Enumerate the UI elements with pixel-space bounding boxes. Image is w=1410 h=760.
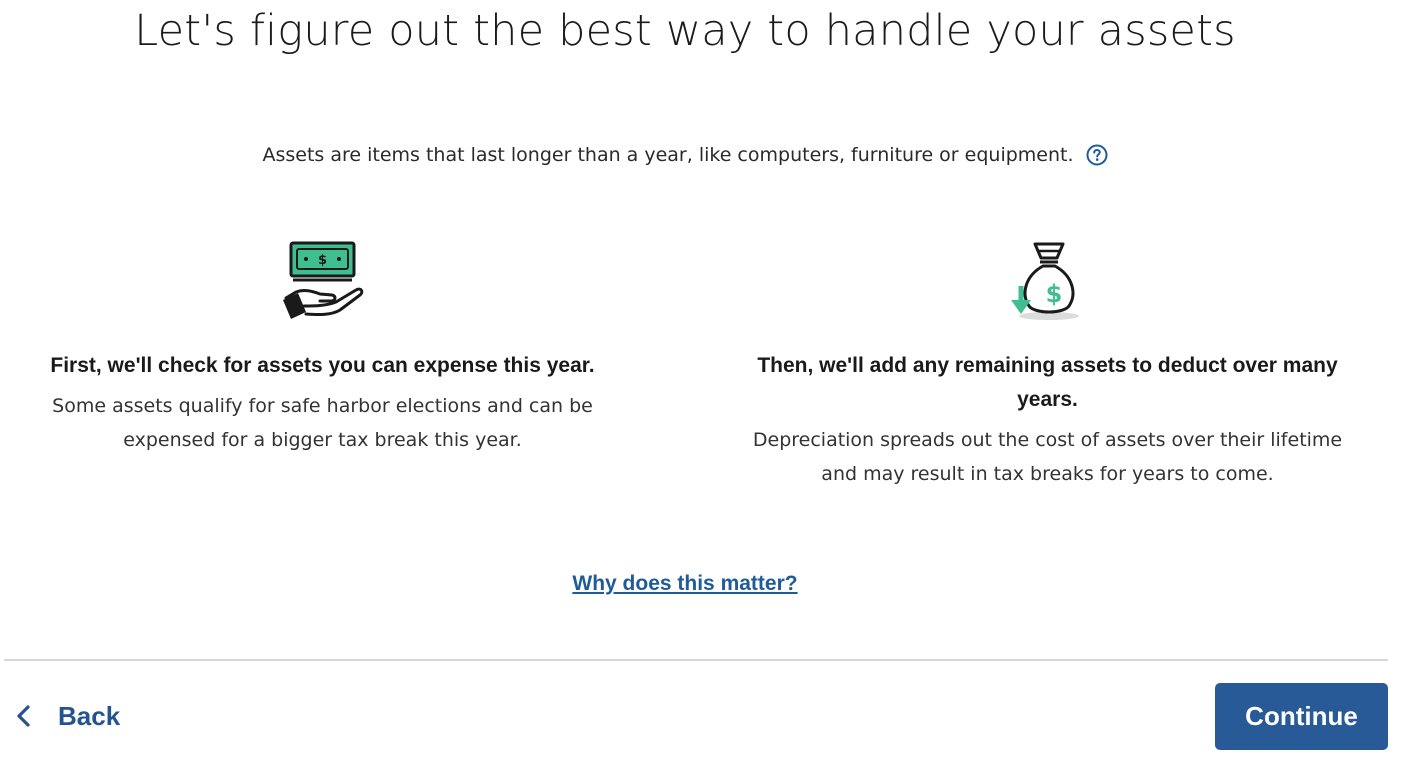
money-in-hand-icon: $ (282, 241, 363, 319)
chevron-left-icon (17, 705, 30, 727)
depreciate-over-years-column: $ Then, we'll add any remaining assets t… (735, 240, 1360, 491)
why-does-this-matter-link[interactable]: Why does this matter? (0, 572, 1370, 596)
intro-text: Assets are items that last longer than a… (262, 144, 1074, 166)
continue-button[interactable]: Continue (1215, 683, 1388, 750)
depreciate-description: Depreciation spreads out the cost of ass… (752, 429, 1343, 485)
question-circle-icon[interactable] (1086, 144, 1108, 166)
back-button-label: Back (58, 700, 121, 731)
intro-text-row: Assets are items that last longer than a… (0, 144, 1370, 166)
money-bag-down-arrow-icon: $ (1010, 242, 1079, 320)
footer-divider (4, 659, 1388, 661)
expense-this-year-column: $ First, we'll check for assets you can … (20, 240, 625, 457)
svg-text:$: $ (317, 253, 326, 268)
expense-description: Some assets qualify for safe harbor elec… (52, 395, 593, 451)
svg-text:$: $ (1045, 280, 1062, 308)
expense-heading: First, we'll check for assets you can ex… (50, 354, 595, 377)
page-title: Let's figure out the best way to handle … (134, 6, 1236, 56)
depreciate-heading: Then, we'll add any remaining assets to … (757, 354, 1338, 411)
back-button[interactable]: Back (12, 695, 120, 737)
